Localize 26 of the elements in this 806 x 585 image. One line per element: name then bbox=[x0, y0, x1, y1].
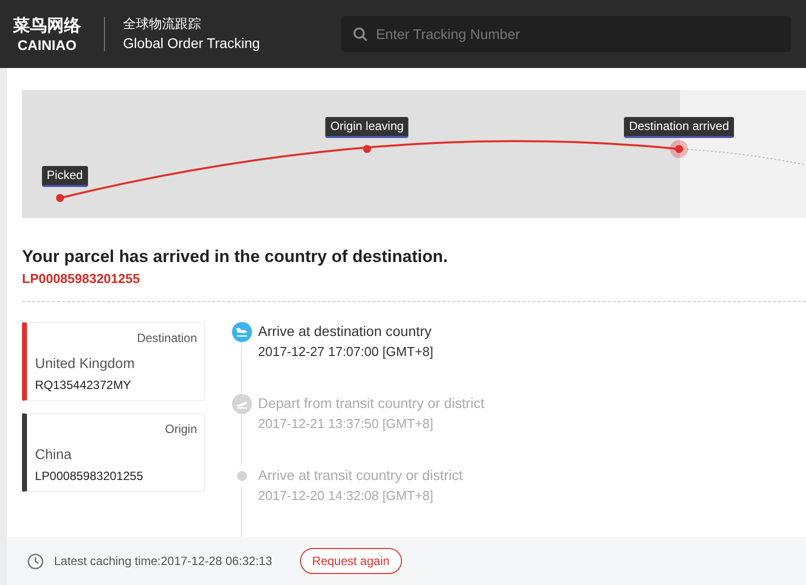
event-time: 2017-12-27 17:07:00 [GMT+8] bbox=[258, 343, 434, 361]
logo-chinese: 菜鸟网络 bbox=[13, 15, 81, 37]
tracking-number: LP00085983201255 bbox=[22, 271, 140, 287]
country-name: China bbox=[35, 445, 72, 463]
event-title: Depart from transit country or district bbox=[258, 394, 484, 412]
search-icon bbox=[352, 27, 368, 42]
event-title: Arrive at destination country bbox=[258, 322, 432, 340]
search-field[interactable]: Enter Tracking Number bbox=[340, 16, 791, 52]
card-label: Destination bbox=[136, 330, 197, 346]
caching-time: Latest caching time:2017-12-28 06:32:13 bbox=[54, 553, 272, 570]
card-tracking-number: LP00085983201255 bbox=[35, 469, 144, 483]
map-label: Origin leaving bbox=[325, 117, 409, 138]
country-name: United Kingdom bbox=[35, 354, 135, 372]
event-time: 2017-12-20 14:32:08 [GMT+8] bbox=[258, 487, 434, 505]
header-title: Global Order Tracking bbox=[123, 34, 260, 52]
event-title: Arrive at transit country or district bbox=[258, 466, 463, 484]
card-label: Origin bbox=[164, 421, 197, 437]
map-label: Destination arrived bbox=[624, 117, 734, 138]
map-label: Picked bbox=[42, 166, 88, 187]
logo-text: CAINIAO bbox=[17, 37, 77, 53]
status-headline: Your parcel has arrived in the country of destination. bbox=[22, 247, 449, 267]
card-tracking-number: RQ135442372MY bbox=[35, 378, 132, 392]
header-title-chinese: 全球物流跟踪 bbox=[123, 16, 202, 34]
clock-icon bbox=[27, 552, 44, 570]
event-time: 2017-12-21 13:37:50 [GMT+8] bbox=[258, 415, 434, 433]
request-again-button[interactable]: Request again bbox=[300, 548, 402, 574]
